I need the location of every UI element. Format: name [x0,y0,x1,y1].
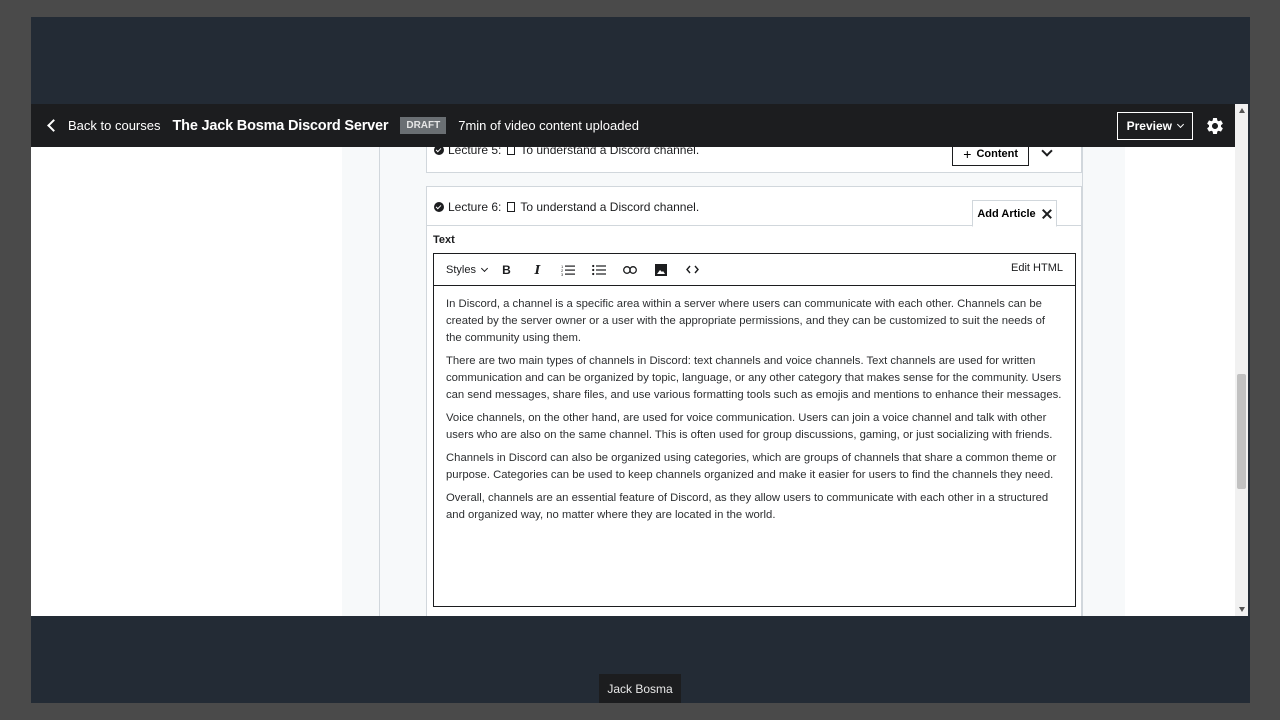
styles-dropdown[interactable]: Styles [446,263,489,276]
chevron-left-icon [47,119,60,132]
status-badge: DRAFT [400,117,447,134]
bullet-list-icon[interactable] [584,254,615,285]
preview-button[interactable]: Preview [1116,111,1193,140]
lecture-6-label: Lecture 6: [448,200,502,214]
close-icon[interactable] [1042,209,1052,219]
lecture-5-item[interactable]: Lecture 5: To understand a Discord chann… [426,142,1082,173]
upload-status: 7min of video content uploaded [458,118,639,133]
back-to-courses-link[interactable]: Back to courses [47,118,161,133]
link-icon[interactable] [615,254,646,285]
styles-label: Styles [446,263,476,276]
scrollbar[interactable] [1235,104,1248,616]
document-icon [507,202,516,212]
editor-content[interactable]: In Discord, a channel is a specific area… [434,286,1075,524]
gear-icon[interactable] [1205,116,1225,136]
image-icon[interactable] [646,254,677,285]
scroll-down-arrow-icon[interactable] [1239,607,1245,612]
rich-text-editor[interactable]: Styles B I 123 Edit HTML In Discord, a c… [433,253,1076,607]
preview-label: Preview [1126,118,1172,133]
video-frame: Lecture 5: To understand a Discord chann… [31,17,1250,703]
video-caption-name: Jack Bosma [599,674,681,703]
chevron-down-icon [480,264,489,272]
edit-html-button[interactable]: Edit HTML [1011,262,1063,274]
italic-icon[interactable]: I [522,254,553,285]
add-article-tab[interactable]: Add Article [972,200,1057,227]
app-screen: Lecture 5: To understand a Discord chann… [31,104,1248,616]
numbered-list-icon[interactable]: 123 [553,254,584,285]
editor-toolbar: Styles B I 123 Edit HTML [434,254,1075,286]
text-section-label: Text [433,234,455,246]
lecture-6-header: Lecture 6: To understand a Discord chann… [427,187,1081,227]
paragraph: Overall, channels are an essential featu… [446,492,1049,521]
svg-text:3: 3 [561,272,564,276]
content-button-label: Content [976,148,1018,160]
plus-icon: + [963,146,972,162]
course-title: The Jack Bosma Discord Server [172,117,389,134]
check-circle-icon [434,202,444,212]
paragraph: There are two main types of channels in … [446,355,1062,401]
back-label: Back to courses [68,118,161,133]
bold-icon[interactable]: B [491,254,522,285]
scrollbar-thumb[interactable] [1237,374,1246,489]
scroll-up-arrow-icon[interactable] [1239,108,1245,113]
code-icon[interactable] [677,254,708,285]
paragraph: Channels in Discord can also be organize… [446,452,1057,481]
paragraph: In Discord, a channel is a specific area… [446,298,1046,344]
lecture-6-item: Lecture 6: To understand a Discord chann… [426,186,1082,616]
add-article-label: Add Article [977,207,1036,220]
paragraph: Voice channels, on the other hand, are u… [446,412,1053,441]
chevron-down-icon[interactable] [1041,145,1053,157]
chevron-down-icon [1176,120,1185,128]
course-header-bar: Back to courses The Jack Bosma Discord S… [31,104,1235,147]
lecture-6-title: To understand a Discord channel. [520,200,700,214]
